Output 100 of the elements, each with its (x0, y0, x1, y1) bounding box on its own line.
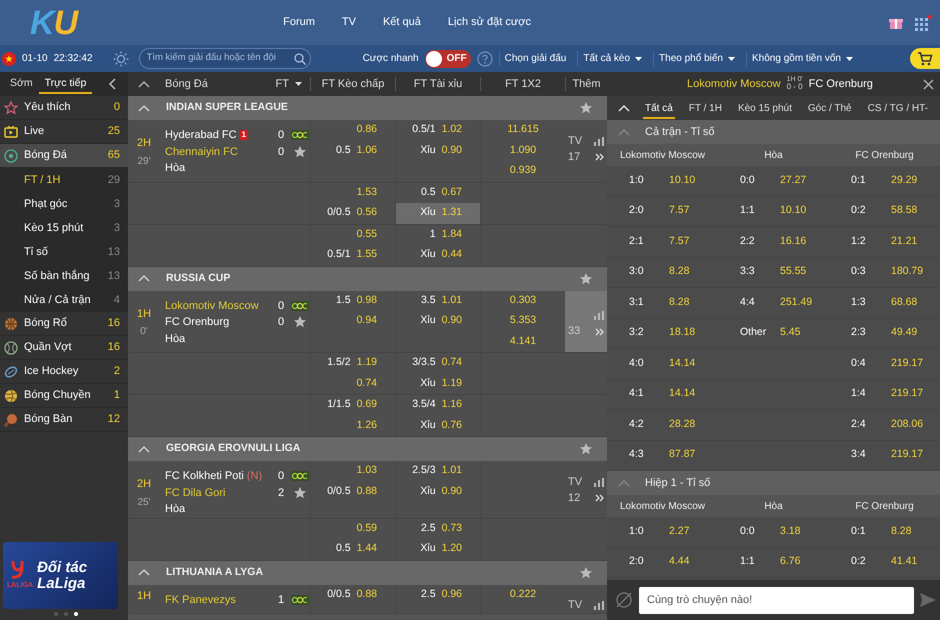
score-odds-button[interactable]: 2:0 4.44 (607, 548, 718, 577)
favorite-star-icon[interactable] (579, 101, 593, 115)
odds-button[interactable]: 1.5 0.98 (311, 290, 395, 311)
sidebar-item[interactable]: Bóng Rổ 16 (0, 312, 128, 336)
odds-button[interactable]: Xỉu 1.31 (396, 203, 480, 224)
odds-button[interactable]: 0.86 (311, 120, 395, 140)
sidebar-subitem[interactable]: Kèo 15 phút 3 (0, 216, 128, 240)
mute-icon[interactable] (615, 591, 633, 609)
sidebar-subitem[interactable]: Nửa / Cả trận 4 (0, 288, 128, 312)
odds-button[interactable]: 1/1.5 0.69 (311, 395, 395, 416)
score-odds-button[interactable]: 0:1 29.29 (829, 166, 940, 196)
odds-button[interactable]: Xỉu 1.20 (396, 539, 480, 560)
team-name[interactable]: Hyderabad FC (165, 127, 237, 144)
carousel-dot[interactable] (74, 612, 78, 616)
stats-icon[interactable] (594, 478, 604, 486)
odds-button[interactable]: Xỉu 0.90 (396, 311, 480, 332)
odds-button[interactable]: 1.26 (311, 416, 395, 436)
stats-icon[interactable] (594, 601, 604, 610)
filter-dropdown[interactable]: Không gồm tiền vốn (746, 51, 858, 66)
odds-button[interactable]: 0.939 (481, 161, 565, 182)
apps-grid-icon[interactable] (915, 14, 932, 30)
odds-button[interactable]: 1 1.84 (396, 224, 480, 245)
odds-button[interactable]: 2.5 0.96 (396, 584, 480, 605)
nav-link[interactable]: Lịch sử đặt cược (448, 14, 531, 31)
odds-button[interactable]: 1.53 (311, 182, 395, 203)
score-odds-button[interactable]: 2:0 7.57 (607, 196, 718, 226)
odds-button[interactable]: 0.94 (311, 311, 395, 332)
help-icon[interactable] (476, 50, 493, 66)
odds-button[interactable]: 0.5/1 1.02 (396, 120, 480, 140)
filter-dropdown[interactable]: Chọn giải đấu (498, 51, 572, 66)
sun-icon[interactable] (112, 50, 129, 66)
odds-button[interactable]: 0/0.5 0.56 (311, 203, 395, 224)
collapse-all-icon[interactable] (137, 78, 151, 90)
odds-button[interactable]: 5.353 (481, 311, 565, 332)
score-odds-button[interactable]: 1:1 10.10 (718, 196, 829, 226)
period-dropdown[interactable]: FT (268, 76, 310, 92)
odds-button[interactable]: Xỉu 0.90 (396, 140, 480, 161)
market-tab[interactable]: Góc / Thẻ (806, 98, 854, 118)
score-odds-button[interactable]: 1:3 68.68 (829, 288, 940, 318)
sidebar-subitem[interactable]: Phạt góc 3 (0, 192, 128, 216)
sidebar-item[interactable]: Bóng Chuyền 1 (0, 384, 128, 408)
score-odds-button[interactable]: 3:3 55.55 (718, 258, 829, 287)
score-odds-button[interactable]: 1:1 6.76 (718, 548, 829, 577)
sidebar-tab[interactable]: Sớm (4, 74, 39, 94)
odds-button[interactable]: 0.55 (311, 224, 395, 245)
market-tab[interactable]: FT / 1H (686, 98, 724, 118)
site-logo[interactable]: KU (30, 6, 78, 40)
favorite-star-icon[interactable] (579, 566, 593, 580)
odds-button[interactable]: 0.5 1.06 (311, 140, 395, 161)
odds-button[interactable]: 1.5/2 1.19 (311, 353, 395, 374)
odds-button[interactable]: 2.5 0.73 (396, 518, 480, 539)
chevron-icon[interactable] (137, 273, 151, 284)
odds-button[interactable]: 2.5/3 1.01 (396, 461, 480, 482)
score-odds-button[interactable]: 3:4 219.17 (829, 440, 940, 470)
send-icon[interactable] (920, 593, 936, 607)
match-side-panel[interactable]: TV (565, 584, 607, 612)
sidebar-tab[interactable]: Trực tiếp (38, 74, 92, 94)
odds-button[interactable]: 0.5 0.67 (396, 182, 480, 203)
score-odds-button[interactable]: 0:2 41.41 (829, 548, 940, 577)
odds-button[interactable]: 0.303 (481, 290, 565, 311)
chevron-icon[interactable] (137, 444, 151, 454)
filter-dropdown[interactable]: Tất cả kèo (577, 51, 648, 66)
double-chevron-icon[interactable] (595, 494, 604, 502)
favorite-star-icon[interactable] (293, 315, 307, 330)
score-odds-button[interactable]: 0:1 8.28 (829, 517, 940, 546)
stats-icon[interactable] (594, 136, 604, 146)
score-odds-button[interactable]: 4:3 87.87 (607, 440, 718, 470)
score-odds-button[interactable]: 0:3 180.79 (829, 258, 940, 287)
score-odds-button[interactable]: 3:1 8.28 (607, 288, 718, 318)
cart-button[interactable] (910, 48, 940, 69)
score-odds-button[interactable]: 0:4 219.17 (829, 349, 940, 378)
score-odds-button[interactable]: 2:2 16.16 (718, 227, 829, 256)
score-odds-button[interactable]: 4:1 14.14 (607, 380, 718, 409)
odds-button[interactable]: 11.615 (481, 120, 565, 140)
market-tab[interactable]: Kèo 15 phút (736, 98, 794, 118)
scoreboard-icon[interactable] (291, 130, 309, 140)
score-odds-button[interactable]: 1:2 21.21 (829, 227, 940, 256)
score-odds-button[interactable]: 4:0 14.14 (607, 349, 718, 378)
score-odds-button[interactable]: 2:4 208.06 (829, 410, 940, 440)
odds-button[interactable]: 3.5 1.01 (396, 290, 480, 311)
score-odds-button[interactable]: 1:0 10.10 (607, 166, 718, 196)
score-odds-button[interactable]: 4:2 28.28 (607, 410, 718, 440)
team-name[interactable]: Lokomotiv Moscow (165, 298, 259, 314)
score-odds-button[interactable]: 0:0 3.18 (718, 517, 829, 546)
collapse-icon[interactable] (617, 102, 631, 114)
carousel-dot[interactable] (64, 612, 68, 616)
odds-button[interactable]: 1.090 (481, 140, 565, 161)
odds-button[interactable]: 0.5/1 1.55 (311, 245, 395, 266)
score-odds-button[interactable]: Other 5.45 (718, 318, 829, 348)
toggle-switch[interactable]: OFF (424, 50, 471, 68)
score-odds-button[interactable]: 1:4 219.17 (829, 380, 940, 409)
odds-button[interactable]: 3.5/4 1.16 (396, 395, 480, 416)
sidebar-subitem[interactable]: FT / 1H 29 (0, 168, 128, 192)
scoreboard-icon[interactable] (291, 300, 309, 311)
favorite-star-icon[interactable] (579, 272, 593, 286)
search-field[interactable]: Tìm kiếm giải đấu hoặc tên đội (138, 48, 311, 69)
match-side-panel[interactable]: TV 12 (565, 461, 607, 518)
carousel-dot[interactable] (54, 612, 58, 616)
odds-button[interactable]: Xỉu 0.76 (396, 416, 480, 436)
scoreboard-icon[interactable] (291, 594, 309, 605)
